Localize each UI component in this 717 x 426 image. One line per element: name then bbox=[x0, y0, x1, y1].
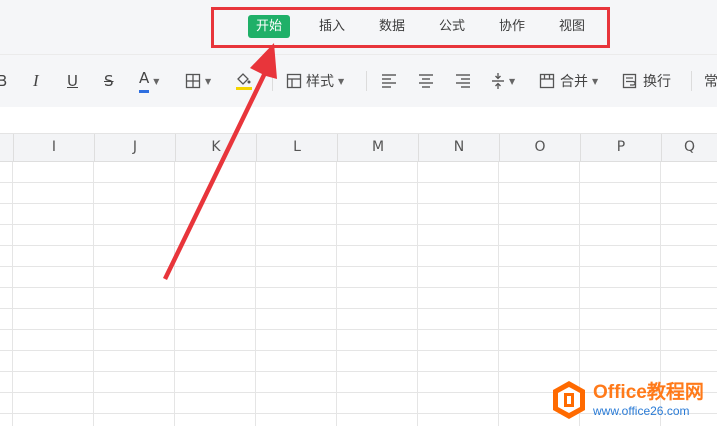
align-center-button[interactable] bbox=[418, 55, 434, 107]
vertical-align-button[interactable]: ▼ bbox=[491, 55, 515, 107]
office-logo-icon bbox=[553, 381, 585, 419]
strikethrough-button[interactable]: S bbox=[104, 55, 114, 107]
vertical-align-icon bbox=[492, 73, 504, 89]
paint-bucket-icon bbox=[236, 73, 252, 90]
align-left-button[interactable] bbox=[381, 55, 397, 107]
chevron-down-icon: ▼ bbox=[592, 76, 599, 86]
column-header-q[interactable]: Q bbox=[661, 134, 717, 161]
toolbar-divider bbox=[272, 71, 273, 91]
column-header-row: I J K L M N O P Q bbox=[0, 134, 717, 162]
watermark-url: www.office26.com bbox=[593, 404, 690, 418]
chevron-down-icon: ▼ bbox=[205, 76, 212, 86]
column-header-p[interactable]: P bbox=[580, 134, 661, 161]
chevron-down-icon: ▼ bbox=[338, 76, 345, 86]
align-center-icon bbox=[419, 74, 433, 88]
tab-highlight-box bbox=[211, 7, 610, 48]
cell-style-label: 样式 bbox=[306, 74, 334, 90]
column-header-o[interactable]: O bbox=[499, 134, 580, 161]
number-format-button[interactable]: 常 bbox=[704, 55, 717, 107]
chevron-down-icon: ▼ bbox=[509, 76, 516, 86]
border-icon bbox=[185, 73, 201, 89]
column-header-m[interactable]: M bbox=[337, 134, 418, 161]
column-header-n[interactable]: N bbox=[418, 134, 499, 161]
table-style-icon bbox=[286, 73, 302, 89]
align-right-button[interactable] bbox=[455, 55, 471, 107]
font-color-button[interactable]: A ▼ bbox=[139, 55, 159, 107]
italic-button[interactable]: I bbox=[33, 55, 39, 107]
column-header-partial[interactable] bbox=[0, 134, 13, 161]
formula-bar[interactable] bbox=[0, 107, 717, 134]
ribbon-tab-bar: 开始 插入 数据 公式 协作 视图 bbox=[0, 0, 717, 54]
underline-button[interactable]: U bbox=[67, 55, 78, 107]
chevron-down-icon: ▼ bbox=[153, 76, 160, 86]
merge-cells-label: 合并 bbox=[560, 74, 588, 90]
font-color-icon: A bbox=[139, 69, 150, 93]
column-header-j[interactable]: J bbox=[94, 134, 175, 161]
format-toolbar: B I U S A ▼ ▼ 样式 ▼ ▼ 合并 ▼ 换行 常 bbox=[0, 54, 717, 107]
wrap-text-label: 换行 bbox=[643, 74, 671, 90]
border-button[interactable]: ▼ bbox=[185, 55, 211, 107]
watermark-text: Office教程网 www.office26.com bbox=[593, 382, 704, 418]
column-header-l[interactable]: L bbox=[256, 134, 337, 161]
merge-cells-button[interactable]: 合并 ▼ bbox=[539, 55, 598, 107]
align-right-icon bbox=[456, 74, 470, 88]
wrap-text-button[interactable]: 换行 bbox=[622, 55, 671, 107]
align-left-icon bbox=[382, 74, 396, 88]
toolbar-divider bbox=[366, 71, 367, 91]
column-header-k[interactable]: K bbox=[175, 134, 256, 161]
cell-style-button[interactable]: 样式 ▼ bbox=[286, 55, 344, 107]
watermark: Office教程网 www.office26.com bbox=[551, 374, 717, 426]
toolbar-divider bbox=[691, 71, 692, 91]
bold-button[interactable]: B bbox=[0, 55, 7, 107]
merge-cells-icon bbox=[539, 73, 555, 89]
column-header-i[interactable]: I bbox=[13, 134, 94, 161]
wrap-text-icon bbox=[622, 73, 637, 89]
watermark-title: Office教程网 bbox=[593, 382, 704, 403]
fill-color-button[interactable] bbox=[235, 55, 253, 107]
